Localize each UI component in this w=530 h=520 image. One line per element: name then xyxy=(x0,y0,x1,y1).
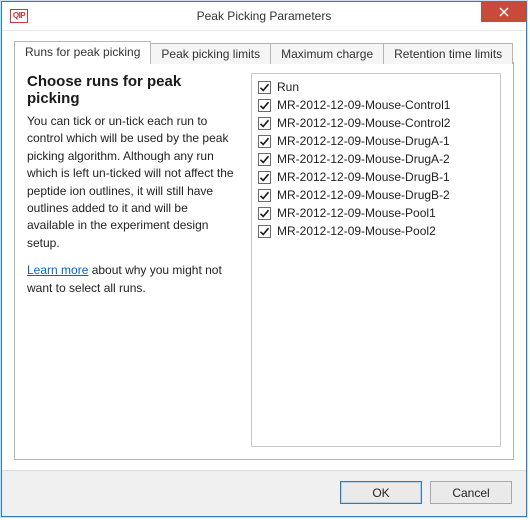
tab-retention-time-limits[interactable]: Retention time limits xyxy=(383,43,513,64)
run-list-header-label: Run xyxy=(277,80,299,94)
checkbox-icon[interactable] xyxy=(258,135,271,148)
panel-content: Choose runs for peak picking You can tic… xyxy=(27,73,501,447)
run-label: MR-2012-12-09-Mouse-Pool2 xyxy=(277,224,436,238)
run-label: MR-2012-12-09-Mouse-DrugA-2 xyxy=(277,152,450,166)
run-label: MR-2012-12-09-Mouse-DrugB-2 xyxy=(277,188,450,202)
ok-button[interactable]: OK xyxy=(340,481,422,504)
close-icon xyxy=(499,7,509,17)
checkbox-icon[interactable] xyxy=(258,81,271,94)
run-list-header: Run xyxy=(258,78,494,96)
checkbox-icon[interactable] xyxy=(258,153,271,166)
checkbox-icon[interactable] xyxy=(258,207,271,220)
description-column: Choose runs for peak picking You can tic… xyxy=(27,73,237,447)
cancel-button[interactable]: Cancel xyxy=(430,481,512,504)
run-label: MR-2012-12-09-Mouse-DrugB-1 xyxy=(277,170,450,184)
run-label: MR-2012-12-09-Mouse-Control2 xyxy=(277,116,450,130)
learn-more-link[interactable]: Learn more xyxy=(27,263,88,277)
tabstrip: Runs for peak pickingPeak picking limits… xyxy=(14,41,514,63)
panel-description: You can tick or un-tick each run to cont… xyxy=(27,113,237,252)
checkbox-icon[interactable] xyxy=(258,225,271,238)
tab-runs-for-peak-picking[interactable]: Runs for peak picking xyxy=(14,41,151,63)
checkbox-icon[interactable] xyxy=(258,189,271,202)
run-row[interactable]: MR-2012-12-09-Mouse-Control1 xyxy=(258,96,494,114)
panel-heading: Choose runs for peak picking xyxy=(27,73,237,107)
dialog-body: Runs for peak pickingPeak picking limits… xyxy=(2,31,526,470)
titlebar: QIP Peak Picking Parameters xyxy=(2,2,526,31)
run-label: MR-2012-12-09-Mouse-DrugA-1 xyxy=(277,134,450,148)
run-row[interactable]: MR-2012-12-09-Mouse-Pool2 xyxy=(258,222,494,240)
run-row[interactable]: MR-2012-12-09-Mouse-Pool1 xyxy=(258,204,494,222)
learn-more-line: Learn more about why you might not want … xyxy=(27,262,237,297)
run-row[interactable]: MR-2012-12-09-Mouse-DrugA-2 xyxy=(258,150,494,168)
run-list[interactable]: Run MR-2012-12-09-Mouse-Control1 MR-2012-1… xyxy=(251,73,501,447)
run-row[interactable]: MR-2012-12-09-Mouse-DrugB-2 xyxy=(258,186,494,204)
close-button[interactable] xyxy=(481,2,526,22)
run-row[interactable]: MR-2012-12-09-Mouse-DrugB-1 xyxy=(258,168,494,186)
run-label: MR-2012-12-09-Mouse-Control1 xyxy=(277,98,450,112)
tab-peak-picking-limits[interactable]: Peak picking limits xyxy=(150,43,271,64)
checkbox-icon[interactable] xyxy=(258,171,271,184)
button-row: OK Cancel xyxy=(2,470,526,516)
checkbox-icon[interactable] xyxy=(258,117,271,130)
tab-panel-runs: Choose runs for peak picking You can tic… xyxy=(14,62,514,460)
run-row[interactable]: MR-2012-12-09-Mouse-Control2 xyxy=(258,114,494,132)
tab-maximum-charge[interactable]: Maximum charge xyxy=(270,43,384,64)
checkbox-icon[interactable] xyxy=(258,99,271,112)
window-title: Peak Picking Parameters xyxy=(2,9,526,23)
run-row[interactable]: MR-2012-12-09-Mouse-DrugA-1 xyxy=(258,132,494,150)
run-label: MR-2012-12-09-Mouse-Pool1 xyxy=(277,206,436,220)
dialog-window: QIP Peak Picking Parameters Runs for pea… xyxy=(1,1,527,517)
